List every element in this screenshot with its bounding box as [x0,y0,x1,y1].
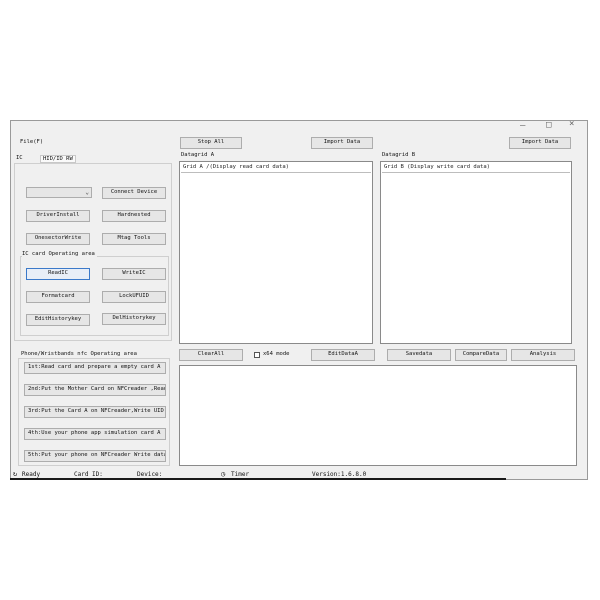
x64-mode-label: x64 mode [263,351,290,357]
phone-area-title: Phone/Wristbands nfc Operating area [21,351,137,357]
status-card-id: Card ID: [74,471,103,478]
maximize-icon[interactable]: □ [546,120,551,130]
log-output-area[interactable] [179,365,577,466]
device-select[interactable]: ⌄ [26,187,92,198]
datagrid-b-title: Datagrid B [382,152,416,158]
compare-data-button[interactable]: CompareData [455,349,507,361]
datagrid-a[interactable]: Grid A /(Display read card data) [179,161,373,344]
edit-history-key-button[interactable]: EditHistorykey [26,314,90,326]
window-shadow-edge [10,478,506,480]
status-ready: Ready [22,471,41,478]
stop-all-button[interactable]: Stop All [180,137,242,149]
onesector-write-button[interactable]: OnesectorWrite [26,233,90,245]
read-ic-button[interactable]: ReadIC [26,268,90,280]
hardnested-button[interactable]: Hardnested [102,210,166,222]
phone-step-2-button[interactable]: 2nd:Put the Mother Card on NFCreader ,Re… [24,384,166,396]
import-data-button[interactable]: Import Data [311,137,373,149]
connect-device-button[interactable]: Connect Device [102,187,166,199]
status-timer: Timer [231,471,250,478]
import-data-button-right[interactable]: Import Data [509,137,571,149]
datagrid-a-header: Grid A /(Display read card data) [181,163,371,173]
phone-step-5-button[interactable]: 5th:Put your phone on NFCreader Write da… [24,450,166,462]
minimize-icon[interactable]: – [520,121,525,131]
status-version: Version:1.6.8.0 [312,471,367,478]
datagrid-b[interactable]: Grid B (Display write card data) [380,161,572,344]
analysis-button[interactable]: Analysis [511,349,575,361]
mtag-tools-button[interactable]: Mtag Tools [102,233,166,245]
edit-data-a-button[interactable]: EditDataA [311,349,375,361]
ready-status-icon: ↻ [13,470,18,478]
datagrid-b-header: Grid B (Display write card data) [382,163,570,173]
chevron-down-icon: ⌄ [85,189,89,196]
driver-install-button[interactable]: DriverInstall [26,210,90,222]
phone-step-3-button[interactable]: 3rd:Put the Card A on NFCreader,Write UI… [24,406,166,418]
ic-area-title: IC card Operating area [22,251,97,257]
status-device: Device: [137,471,163,478]
clear-all-button[interactable]: ClearAll [179,349,243,361]
menu-file[interactable]: File(F) [20,139,43,145]
tab-hid-id-rw[interactable]: HID/ID RW [40,155,76,163]
write-ic-button[interactable]: WriteIC [102,268,166,280]
del-history-key-button[interactable]: DelHistorykey [102,313,166,325]
tab-ic[interactable]: IC [16,155,23,161]
format-card-button[interactable]: Formatcard [26,291,90,303]
save-data-button[interactable]: Savedata [387,349,451,361]
close-icon[interactable]: × [569,119,574,129]
x64-mode-checkbox[interactable] [254,352,260,358]
timer-icon: ◷ [221,470,226,478]
phone-step-1-button[interactable]: 1st:Read card and prepare a empty card A [24,362,166,374]
datagrid-a-title: Datagrid A [181,152,215,158]
phone-step-4-button[interactable]: 4th:Use your phone app simulation card A [24,428,166,440]
lock-ufuid-button[interactable]: LockUFUID [102,291,166,303]
